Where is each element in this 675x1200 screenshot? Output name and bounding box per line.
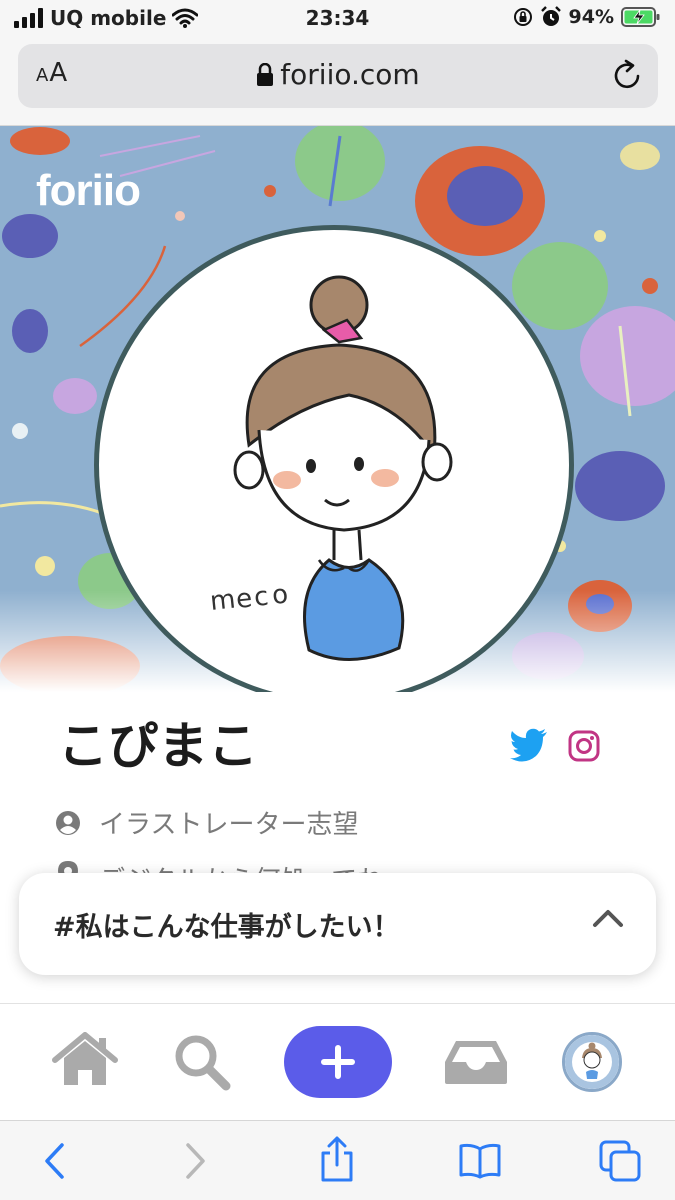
back-icon[interactable] xyxy=(42,1141,68,1181)
browser-toolbar xyxy=(0,1120,675,1200)
app-bottom-nav xyxy=(0,1003,675,1119)
forward-icon[interactable] xyxy=(182,1141,208,1181)
profile-name: こぴまこ xyxy=(58,717,258,775)
browser-url-area: AA foriio.com xyxy=(0,40,675,126)
job-wish-title: #私はこんな仕事がしたい！ xyxy=(53,912,400,943)
twitter-icon[interactable] xyxy=(510,728,548,762)
tabs-icon[interactable] xyxy=(598,1139,642,1183)
battery-charging-icon xyxy=(621,7,660,27)
profile-cover: foriio m e c o xyxy=(0,126,675,692)
svg-text:e: e xyxy=(235,583,254,615)
share-icon[interactable] xyxy=(318,1135,356,1183)
my-avatar[interactable] xyxy=(562,1032,622,1092)
reload-icon[interactable] xyxy=(612,58,644,94)
url-display[interactable]: foriio.com xyxy=(18,58,658,91)
bookmarks-icon[interactable] xyxy=(458,1143,502,1179)
address-bar[interactable]: AA foriio.com xyxy=(18,44,658,108)
svg-text:m: m xyxy=(209,584,237,616)
user-circle-icon xyxy=(56,810,80,835)
profile-avatar: m e c o xyxy=(94,225,574,692)
plus-icon xyxy=(321,1045,355,1079)
status-bar: UQ mobile 23:34 94% xyxy=(0,0,675,40)
inbox-icon[interactable] xyxy=(442,1038,510,1086)
status-right: 94% xyxy=(513,6,661,28)
svg-text:c: c xyxy=(253,582,270,613)
svg-text:o: o xyxy=(271,579,290,611)
job-wish-card[interactable]: #私はこんな仕事がしたい！ xyxy=(19,873,656,975)
alarm-icon xyxy=(540,6,561,26)
page: UQ mobile 23:34 94% AA foriio.com foriio… xyxy=(0,0,675,1200)
avatar-thumbnail xyxy=(565,1035,619,1089)
instagram-icon[interactable] xyxy=(568,730,600,762)
home-icon[interactable] xyxy=(52,1032,118,1088)
post-button[interactable] xyxy=(284,1026,392,1098)
profile-role-row: イラストレーター志望 xyxy=(55,804,358,841)
url-text: foriio.com xyxy=(280,58,420,91)
avatar-illustration: m e c o xyxy=(209,275,453,661)
chevron-up-icon[interactable] xyxy=(592,907,624,929)
profile-role: イラストレーター志望 xyxy=(99,810,359,840)
search-icon[interactable] xyxy=(172,1032,232,1092)
rotation-lock-icon xyxy=(513,8,532,26)
foriio-logo[interactable]: foriio xyxy=(36,166,141,216)
battery-percent: 94% xyxy=(568,6,614,28)
lock-icon xyxy=(257,63,274,86)
